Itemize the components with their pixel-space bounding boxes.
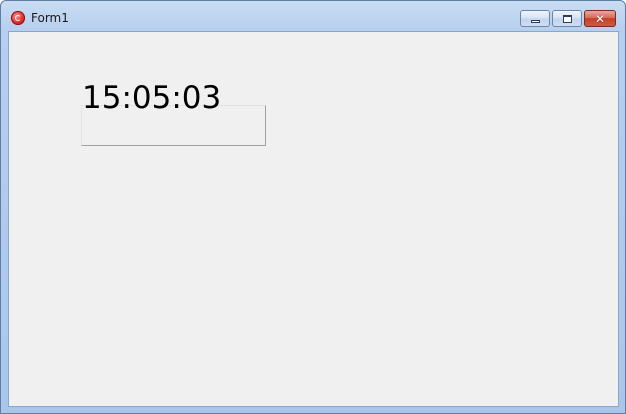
maximize-icon	[562, 14, 572, 23]
form-client-area: 15:05:03	[8, 31, 619, 407]
maximize-button[interactable]	[552, 10, 582, 27]
title-bar[interactable]: Form1 ✕	[1, 1, 625, 31]
close-button[interactable]: ✕	[584, 10, 616, 27]
clock-label: 15:05:03	[82, 80, 222, 116]
form-window: Form1 ✕ 15:05:03	[0, 0, 626, 414]
minimize-button[interactable]	[520, 10, 550, 27]
minimize-icon	[530, 19, 540, 23]
app-icon[interactable]	[11, 11, 25, 25]
close-icon: ✕	[594, 11, 606, 26]
window-title: Form1	[31, 11, 69, 25]
